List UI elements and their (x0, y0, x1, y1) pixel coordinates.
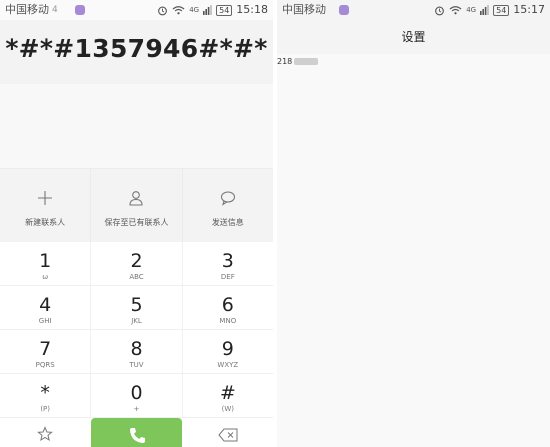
key-8[interactable]: 8 TUV (91, 330, 183, 373)
status-bar: 中国移动 4 4G 54 15:18 (0, 0, 273, 20)
key-digit: # (219, 382, 236, 404)
call-button[interactable] (91, 418, 182, 447)
battery-icon: 54 (493, 4, 510, 16)
app-notification-icon (339, 5, 349, 15)
network-type: 4G (189, 6, 200, 14)
key-digit: 7 (39, 338, 52, 360)
key-hash[interactable]: # (W) (183, 374, 273, 417)
wifi-icon (449, 6, 462, 15)
redacted-text (294, 58, 319, 65)
dial-number-display[interactable]: *#*#1357946#*#* (0, 20, 273, 84)
key-4[interactable]: 4 GHI (0, 286, 92, 329)
status-icons: 4G 54 15:17 (434, 0, 545, 20)
message-icon (220, 191, 235, 206)
clock: 15:17 (513, 3, 545, 16)
key-6[interactable]: 6 MNO (183, 286, 273, 329)
key-2[interactable]: 2 ABC (91, 242, 183, 285)
save-to-existing-contact-button[interactable]: 保存至已有联系人 (91, 169, 183, 243)
key-9[interactable]: 9 WXYZ (183, 330, 273, 373)
app-notification-icon (75, 5, 85, 15)
key-star[interactable]: * (P) (0, 374, 92, 417)
star-icon (37, 426, 53, 442)
send-message-label: 发送信息 (211, 218, 244, 227)
key-digit: 0 (130, 382, 143, 404)
cell-signal-icon (480, 5, 489, 15)
key-digit: 5 (130, 294, 143, 316)
send-message-button[interactable]: 发送信息 (183, 169, 273, 243)
key-digit: 2 (130, 250, 143, 272)
key-digit: * (40, 382, 50, 404)
dialed-number: *#*#1357946#*#* (5, 34, 268, 63)
alarm-icon (158, 6, 168, 15)
status-icons: 4G 54 15:18 (157, 0, 268, 20)
favorites-button[interactable] (0, 414, 91, 447)
key-digit: 1 (39, 250, 52, 272)
key-digit: 6 (221, 294, 234, 316)
phone-icon (130, 428, 145, 443)
battery-icon: 54 (216, 4, 233, 16)
key-letters: GHI (38, 317, 52, 325)
key-digit: 3 (221, 250, 234, 272)
wifi-icon (172, 6, 185, 15)
dialer-actions: 新建联系人 保存至已有联系人 发送信息 (0, 168, 273, 243)
carrier-label: 中国移动 (5, 3, 49, 16)
voicemail-icon: ω (42, 273, 49, 281)
plus-icon (38, 191, 53, 205)
settings-title-bar: 设置 (277, 20, 550, 54)
dial-pad: 1ω 2 ABC 3 DEF 4 GHI 5 JKL 6 MNO 7 PQRS 8 TUV 9… (0, 242, 273, 447)
signal-indicator: 4 (52, 5, 58, 15)
key-1[interactable]: 1ω (0, 242, 92, 285)
person-icon (129, 191, 144, 206)
key-0[interactable]: 0 + (91, 374, 183, 417)
device-info-value: 218 (277, 57, 293, 66)
key-letters: WXYZ (217, 361, 239, 369)
settings-content: 218 (277, 54, 550, 447)
dialer-screen: 中国移动 4 4G 54 15:18 *#*#1357946#*#* 新建联系人… (0, 0, 273, 447)
alarm-icon (435, 6, 445, 15)
key-letters: JKL (131, 317, 142, 325)
key-digit: 4 (39, 294, 52, 316)
key-digit: 8 (130, 338, 143, 360)
key-3[interactable]: 3 DEF (183, 242, 273, 285)
save-existing-label: 保存至已有联系人 (104, 218, 169, 227)
cell-signal-icon (203, 5, 212, 15)
key-letters: + (133, 405, 140, 413)
clock: 15:18 (236, 3, 268, 16)
status-bar: 中国移动 4G 54 15:17 (277, 0, 550, 20)
backspace-icon (218, 428, 238, 442)
key-letters: TUV (129, 361, 144, 369)
key-letters: PQRS (35, 361, 55, 369)
page-title: 设置 (401, 30, 426, 44)
key-letters: ABC (129, 273, 144, 281)
new-contact-label: 新建联系人 (25, 218, 66, 227)
key-7[interactable]: 7 PQRS (0, 330, 92, 373)
key-digit: 9 (221, 338, 234, 360)
delete-button[interactable] (182, 414, 273, 447)
carrier-label: 中国移动 (282, 3, 326, 16)
settings-screen: 中国移动 4G 54 15:17 设置 218 (277, 0, 550, 447)
suggestion-area (0, 84, 273, 168)
device-info-line: 218 (277, 57, 319, 66)
key-letters: (P) (40, 405, 50, 413)
key-letters: (W) (221, 405, 235, 413)
network-type: 4G (466, 6, 477, 14)
key-letters: MNO (219, 317, 237, 325)
key-5[interactable]: 5 JKL (91, 286, 183, 329)
key-letters: DEF (220, 273, 235, 281)
new-contact-button[interactable]: 新建联系人 (0, 169, 92, 243)
